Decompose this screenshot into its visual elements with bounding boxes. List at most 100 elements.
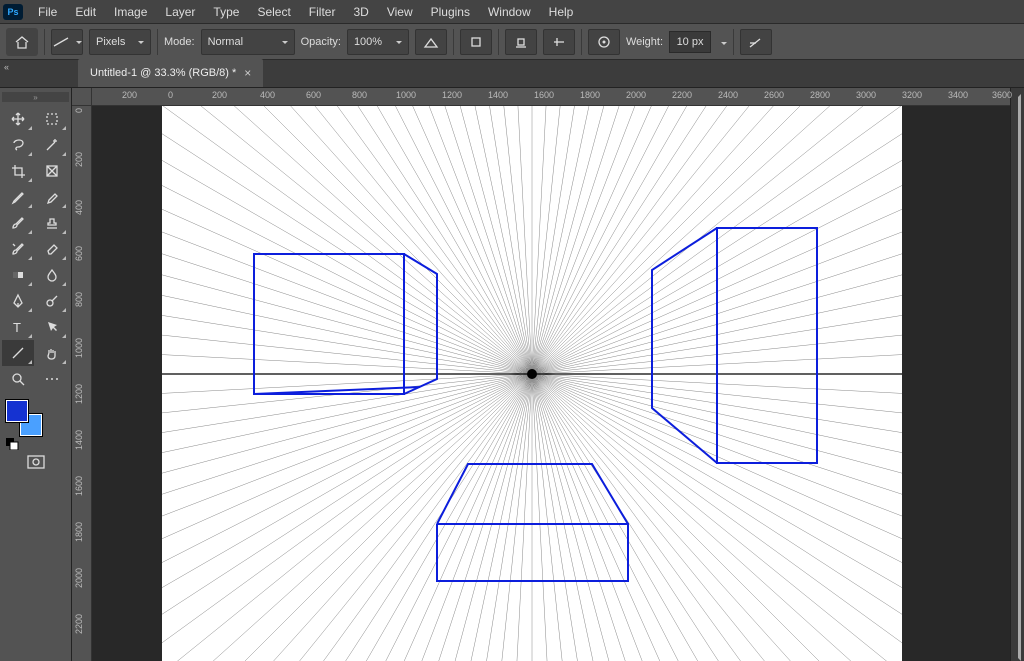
move-tool[interactable]: [2, 106, 34, 132]
ruler-tick: 400: [74, 200, 84, 215]
history-brush-tool[interactable]: [2, 236, 34, 262]
ruler-tick: 3000: [856, 90, 876, 100]
align-icon[interactable]: [505, 29, 537, 55]
ruler-tick: 2800: [810, 90, 830, 100]
ruler-tick: 1400: [488, 90, 508, 100]
ruler-tick: 1000: [74, 338, 84, 358]
quickmask-toggle[interactable]: [22, 450, 50, 474]
ruler-tick: 3600: [992, 90, 1012, 100]
frame-tool[interactable]: [36, 158, 68, 184]
menu-select[interactable]: Select: [248, 2, 299, 22]
ruler-tick: 0: [168, 90, 173, 100]
mode-label: Mode:: [164, 36, 195, 48]
more-tools[interactable]: [36, 366, 68, 392]
vertical-ruler[interactable]: 0 200 400 600 800 1000 1200 1400 1600 18…: [72, 88, 92, 661]
horizontal-ruler[interactable]: 200 0 200 400 600 800 1000 1200 1400 160…: [92, 88, 1010, 106]
lasso-tool[interactable]: [2, 132, 34, 158]
stroke-settings-icon[interactable]: [588, 29, 620, 55]
snap-icon[interactable]: [543, 29, 575, 55]
menu-file[interactable]: File: [29, 2, 66, 22]
ruler-tick: 1800: [74, 522, 84, 542]
ruler-tick: 1000: [396, 90, 416, 100]
ruler-tick: 2000: [626, 90, 646, 100]
artboard[interactable]: [162, 106, 902, 661]
stamp-tool[interactable]: [36, 210, 68, 236]
toolbox-collapse[interactable]: »: [2, 92, 69, 102]
ruler-tick: 2000: [74, 568, 84, 588]
hand-tool[interactable]: [36, 340, 68, 366]
menu-3d[interactable]: 3D: [344, 2, 377, 22]
default-colors-icon[interactable]: [6, 438, 20, 450]
ruler-tick: 2400: [718, 90, 738, 100]
ruler-tick: 200: [212, 90, 227, 100]
ruler-origin[interactable]: [72, 88, 92, 106]
menu-view[interactable]: View: [378, 2, 422, 22]
menu-image[interactable]: Image: [105, 2, 156, 22]
opacity-field[interactable]: 100%: [347, 29, 409, 55]
toolbox: » T: [0, 88, 72, 661]
eyedropper-tool[interactable]: [2, 184, 34, 210]
options-bar: Pixels Mode: Normal Opacity: 100% Weight…: [0, 24, 1024, 60]
right-panel-expand[interactable]: [1010, 88, 1024, 661]
ruler-tick: 400: [260, 90, 275, 100]
viewport[interactable]: [92, 106, 1010, 661]
anti-alias-toggle[interactable]: [460, 29, 492, 55]
ruler-tick: 600: [74, 246, 84, 261]
ruler-tick: 2200: [74, 614, 84, 634]
document-tab[interactable]: Untitled-1 @ 33.3% (RGB/8) * ×: [78, 59, 263, 87]
document-tab-title: Untitled-1 @ 33.3% (RGB/8) *: [90, 67, 236, 79]
menu-layer[interactable]: Layer: [156, 2, 204, 22]
document-tab-row: Untitled-1 @ 33.3% (RGB/8) * ×: [0, 60, 1024, 88]
ruler-tick: 1600: [534, 90, 554, 100]
ruler-tick: 200: [122, 90, 137, 100]
ruler-tick: 600: [306, 90, 321, 100]
path-select-tool[interactable]: [36, 314, 68, 340]
eraser-tool[interactable]: [36, 236, 68, 262]
menu-window[interactable]: Window: [479, 2, 540, 22]
ruler-tick: 3200: [902, 90, 922, 100]
color-swatches: [6, 400, 50, 442]
divider: [581, 29, 582, 55]
mode-value: Normal: [208, 36, 243, 48]
ruler-tick: 2200: [672, 90, 692, 100]
units-dropdown[interactable]: Pixels: [89, 29, 151, 55]
panels-collapse-icon[interactable]: «: [4, 62, 9, 72]
close-tab-icon[interactable]: ×: [244, 66, 251, 80]
pressure-size-toggle[interactable]: [740, 29, 772, 55]
magic-wand-tool[interactable]: [36, 132, 68, 158]
menu-filter[interactable]: Filter: [300, 2, 345, 22]
menu-plugins[interactable]: Plugins: [422, 2, 479, 22]
tool-preset-picker[interactable]: [51, 29, 83, 55]
ruler-tick: 1600: [74, 476, 84, 496]
menu-edit[interactable]: Edit: [66, 2, 105, 22]
type-tool[interactable]: T: [2, 314, 34, 340]
divider: [498, 29, 499, 55]
line-tool[interactable]: [2, 340, 34, 366]
ruler-tick: 200: [74, 152, 84, 167]
weight-field[interactable]: 10 px: [669, 31, 711, 53]
menu-type[interactable]: Type: [204, 2, 248, 22]
home-button[interactable]: [6, 28, 38, 56]
blur-tool[interactable]: [36, 262, 68, 288]
dodge-tool[interactable]: [36, 288, 68, 314]
pressure-opacity-toggle[interactable]: [415, 29, 447, 55]
menu-bar: Ps File Edit Image Layer Type Select Fil…: [0, 0, 1024, 24]
ruler-tick: 3400: [948, 90, 968, 100]
weight-chevron-icon[interactable]: [717, 35, 727, 49]
pen-tool[interactable]: [2, 288, 34, 314]
mode-dropdown[interactable]: Normal: [201, 29, 295, 55]
canvas-area: 200 0 200 400 600 800 1000 1200 1400 160…: [72, 88, 1010, 661]
foreground-color-swatch[interactable]: [6, 400, 28, 422]
opacity-label: Opacity:: [301, 36, 341, 48]
ruler-tick: 800: [352, 90, 367, 100]
menu-help[interactable]: Help: [540, 2, 583, 22]
weight-label: Weight:: [626, 36, 663, 48]
crop-tool[interactable]: [2, 158, 34, 184]
healing-tool[interactable]: [36, 184, 68, 210]
app-badge[interactable]: Ps: [3, 4, 23, 20]
brush-tool[interactable]: [2, 210, 34, 236]
zoom-tool[interactable]: [2, 366, 34, 392]
marquee-tool[interactable]: [36, 106, 68, 132]
units-value: Pixels: [96, 36, 125, 48]
gradient-tool[interactable]: [2, 262, 34, 288]
